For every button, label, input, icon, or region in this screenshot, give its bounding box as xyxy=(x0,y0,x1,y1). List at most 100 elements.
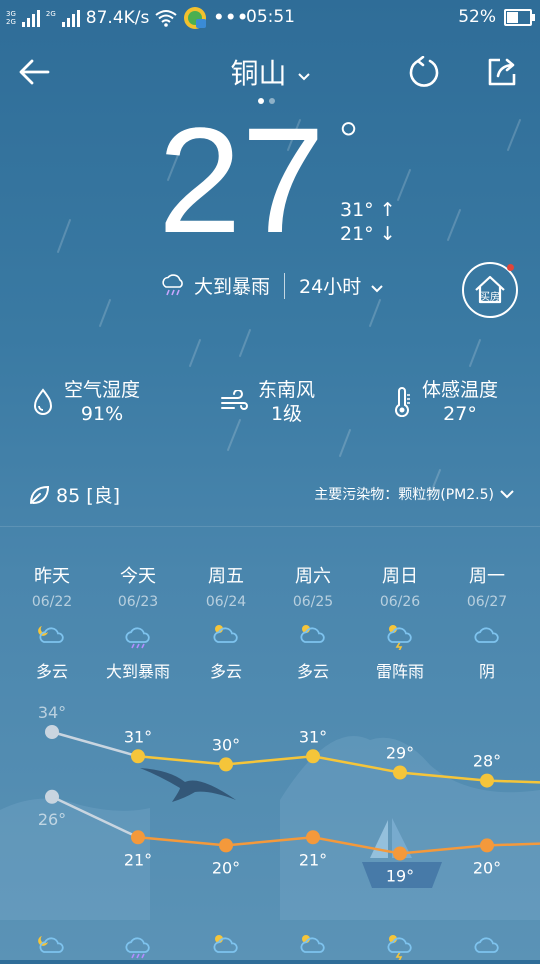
chevron-down-icon xyxy=(500,489,514,498)
high-temp-point xyxy=(480,773,494,788)
forecast-condition: 雷阵雨 xyxy=(375,662,424,681)
low-temp-label: 21° xyxy=(124,850,152,869)
house-ad-button[interactable]: 买房 xyxy=(462,262,518,318)
humidity-drop-icon xyxy=(33,388,53,415)
forecast-day[interactable]: 今天 06/23 大到暴雨 xyxy=(93,562,183,682)
low-temp-point xyxy=(480,838,494,853)
feels-like-metric: 体感温度 27° xyxy=(392,378,498,426)
divider xyxy=(284,272,286,299)
bottom-weather-icon xyxy=(385,930,415,964)
battery-percent: 52% xyxy=(458,7,496,27)
thunderstorm-icon xyxy=(387,625,412,650)
condition-text: 大到暴雨 xyxy=(194,276,271,298)
humidity-value: 91% xyxy=(80,403,124,425)
humidity-label: 空气湿度 xyxy=(64,379,141,401)
high-temp-label: 28° xyxy=(473,752,501,771)
aqi-value: 85 [良] xyxy=(56,485,121,507)
cloud-icon xyxy=(474,937,499,953)
notification-dot xyxy=(507,264,514,271)
forecast-day-name: 周五 xyxy=(208,566,244,587)
forecast-date: 06/22 xyxy=(31,594,73,610)
bottom-weather-icon xyxy=(211,930,241,964)
wind-label: 东南风 xyxy=(258,379,316,401)
partly-cloudy-night-icon xyxy=(38,626,64,643)
forecast-day[interactable]: 周六 06/25 多云 xyxy=(268,562,358,682)
forecast-day[interactable]: 周五 06/24 多云 xyxy=(181,562,271,682)
mountain-scenery xyxy=(0,736,540,920)
city-selector[interactable]: 铜山 xyxy=(0,52,540,92)
cloud-icon xyxy=(474,627,499,643)
network-type-2: 2G xyxy=(45,10,56,18)
bottom-weather-icon xyxy=(298,930,328,964)
bottom-weather-icon xyxy=(472,930,502,964)
forecast-day-name: 昨天 xyxy=(34,566,70,587)
seagull-icon xyxy=(140,768,236,802)
aqi-indicator[interactable]: 85 [良] xyxy=(28,481,120,508)
partly-cloudy-night-icon xyxy=(38,936,64,953)
forecast-condition: 大到暴雨 xyxy=(105,662,170,681)
forecast-date: 06/26 xyxy=(379,594,421,610)
low-temp-label: 19° xyxy=(386,867,414,886)
pollutant-text: 主要污染物：颗粒物(PM2.5) xyxy=(314,487,494,503)
low-temp-label: 26° xyxy=(38,810,66,829)
thermometer-icon xyxy=(395,387,410,417)
city-name: 铜山 xyxy=(230,57,287,90)
high-temp-label: 31° xyxy=(299,727,327,746)
high-temp-point xyxy=(306,749,320,764)
bottom-weather-icon xyxy=(123,930,153,964)
partly-cloudy-icon xyxy=(300,935,325,953)
pollutant-selector[interactable]: 主要污染物：颗粒物(PM2.5) xyxy=(314,484,514,504)
feels-value: 27° xyxy=(443,403,477,425)
wind-value: 1级 xyxy=(270,403,303,425)
current-condition-bar: 大到暴雨 24小时 xyxy=(160,272,383,299)
forecast-day-name: 周六 xyxy=(295,566,331,587)
network-speed: 87.4K/s xyxy=(85,8,150,28)
high-temp-point xyxy=(393,765,407,780)
current-temperature: 27 xyxy=(158,96,325,264)
high-temp-point xyxy=(131,749,145,764)
low-temp-label: 20° xyxy=(473,858,501,877)
forecast-date: 06/23 xyxy=(117,594,159,610)
forecast-day[interactable]: 昨天 06/22 多云 xyxy=(7,562,97,682)
refresh-button[interactable] xyxy=(404,52,444,92)
high-temp-point xyxy=(219,757,233,772)
low-temp-point xyxy=(393,846,407,861)
forecast-date: 06/24 xyxy=(205,594,247,610)
forecast-day[interactable]: 周日 06/26 雷阵雨 xyxy=(355,562,445,682)
degree-symbol: ° xyxy=(336,112,361,170)
battery-icon xyxy=(504,8,535,26)
partly-cloudy-icon xyxy=(213,935,238,953)
high-temp-label: 29° xyxy=(386,744,414,763)
forecast-day-name: 周日 xyxy=(382,566,418,587)
bottom-weather-icon xyxy=(37,930,67,964)
forecast-date: 06/27 xyxy=(466,594,508,610)
share-button[interactable] xyxy=(482,52,522,92)
feels-label: 体感温度 xyxy=(422,379,499,401)
high-temp-label: 31° xyxy=(124,727,152,746)
chevron-down-icon xyxy=(371,285,383,293)
share-icon xyxy=(488,58,516,86)
rain-icon xyxy=(125,937,150,959)
low-temp-label: 20° xyxy=(212,858,240,877)
chevron-down-icon xyxy=(292,66,310,85)
leaf-icon xyxy=(30,485,50,504)
thunderstorm-icon xyxy=(387,935,412,962)
forecast-date: 06/25 xyxy=(292,594,334,610)
forecast-day-name: 今天 xyxy=(120,566,156,587)
wind-icon xyxy=(221,390,248,410)
high-low: 31° ↑ 21° ↓ xyxy=(340,198,396,246)
rain-icon xyxy=(125,627,150,649)
hourly-toggle[interactable]: 24小时 xyxy=(299,272,383,299)
network-type: 3G 2G xyxy=(6,10,16,26)
partly-cloudy-icon xyxy=(213,625,238,643)
clock: 05:51 xyxy=(246,7,295,27)
section-divider xyxy=(0,526,540,527)
forecast-day[interactable]: 周一 06/27 阴 xyxy=(442,562,532,682)
forecast-condition: 多云 xyxy=(209,662,242,681)
high-temp-label: 34° xyxy=(38,703,66,722)
wifi-icon xyxy=(155,10,177,27)
today-low: 21° ↓ xyxy=(340,223,396,245)
today-high: 31° ↑ xyxy=(340,199,396,221)
low-temp-point xyxy=(45,789,59,804)
signal-icon xyxy=(21,9,40,27)
